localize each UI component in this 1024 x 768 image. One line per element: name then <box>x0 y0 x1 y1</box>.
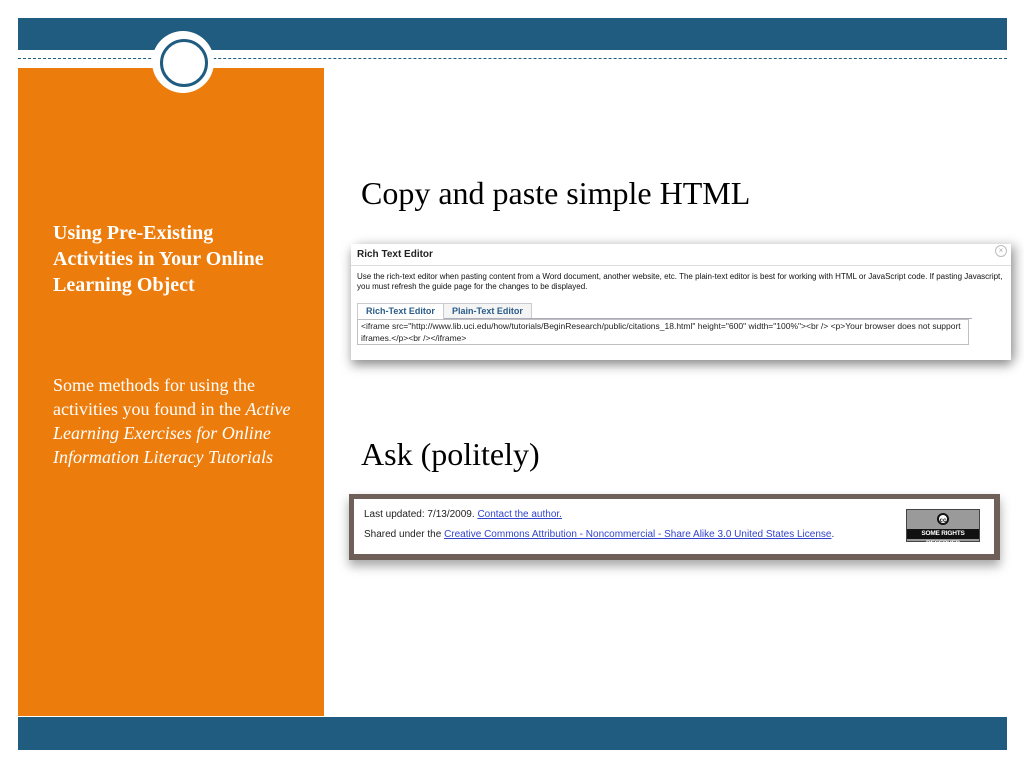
shared-under-text: Shared under the <box>364 529 445 540</box>
sidebar-subtitle: Some methods for using the activities yo… <box>53 373 303 469</box>
bottom-band <box>18 717 1007 750</box>
heading-ask: Ask (politely) <box>361 436 540 472</box>
cc-badge-text: SOME RIGHTS RESERVED <box>907 529 979 547</box>
cc-logo-icon: cc <box>937 513 949 525</box>
rte-description: Use the rich-text editor when pasting co… <box>357 272 1003 291</box>
license-box-screenshot: Last updated: 7/13/2009. Contact the aut… <box>349 494 1000 560</box>
circle-ornament-ring <box>160 39 208 87</box>
sidebar-panel: Using Pre-Existing Activities in Your On… <box>18 68 324 716</box>
cc-badge-icon[interactable]: cc SOME RIGHTS RESERVED <box>906 509 980 547</box>
tab-rich-text-editor[interactable]: Rich-Text Editor <box>357 303 444 319</box>
sidebar-title: Using Pre-Existing Activities in Your On… <box>53 222 264 296</box>
license-period: . <box>831 529 835 540</box>
sidebar-subtitle-text: Some methods for using the activities yo… <box>53 375 255 419</box>
license-link[interactable]: Creative Commons Attribution - Noncommer… <box>444 529 831 540</box>
close-icon[interactable]: × <box>995 245 1007 257</box>
license-box-inner: Last updated: 7/13/2009. Contact the aut… <box>354 499 994 554</box>
contact-author-link[interactable]: Contact the author. <box>477 509 562 520</box>
heading-copy-paste: Copy and paste simple HTML <box>361 175 751 211</box>
tab-plain-text-editor[interactable]: Plain-Text Editor <box>443 303 532 318</box>
rte-title: Rich Text Editor <box>357 249 433 260</box>
slide: Using Pre-Existing Activities in Your On… <box>18 18 1011 750</box>
license-line: Shared under the Creative Commons Attrib… <box>364 529 834 540</box>
last-updated-line: Last updated: 7/13/2009. Contact the aut… <box>364 509 562 520</box>
last-updated-text: Last updated: 7/13/2009. <box>364 509 478 520</box>
rte-tab-bar: Rich-Text Editor Plain-Text Editor <box>357 303 972 319</box>
rich-text-editor-screenshot: Rich Text Editor × Use the rich-text edi… <box>351 244 1011 360</box>
rte-divider <box>351 265 1011 266</box>
rte-code-textarea[interactable]: <iframe src="http://www.lib.uci.edu/how/… <box>357 319 969 345</box>
